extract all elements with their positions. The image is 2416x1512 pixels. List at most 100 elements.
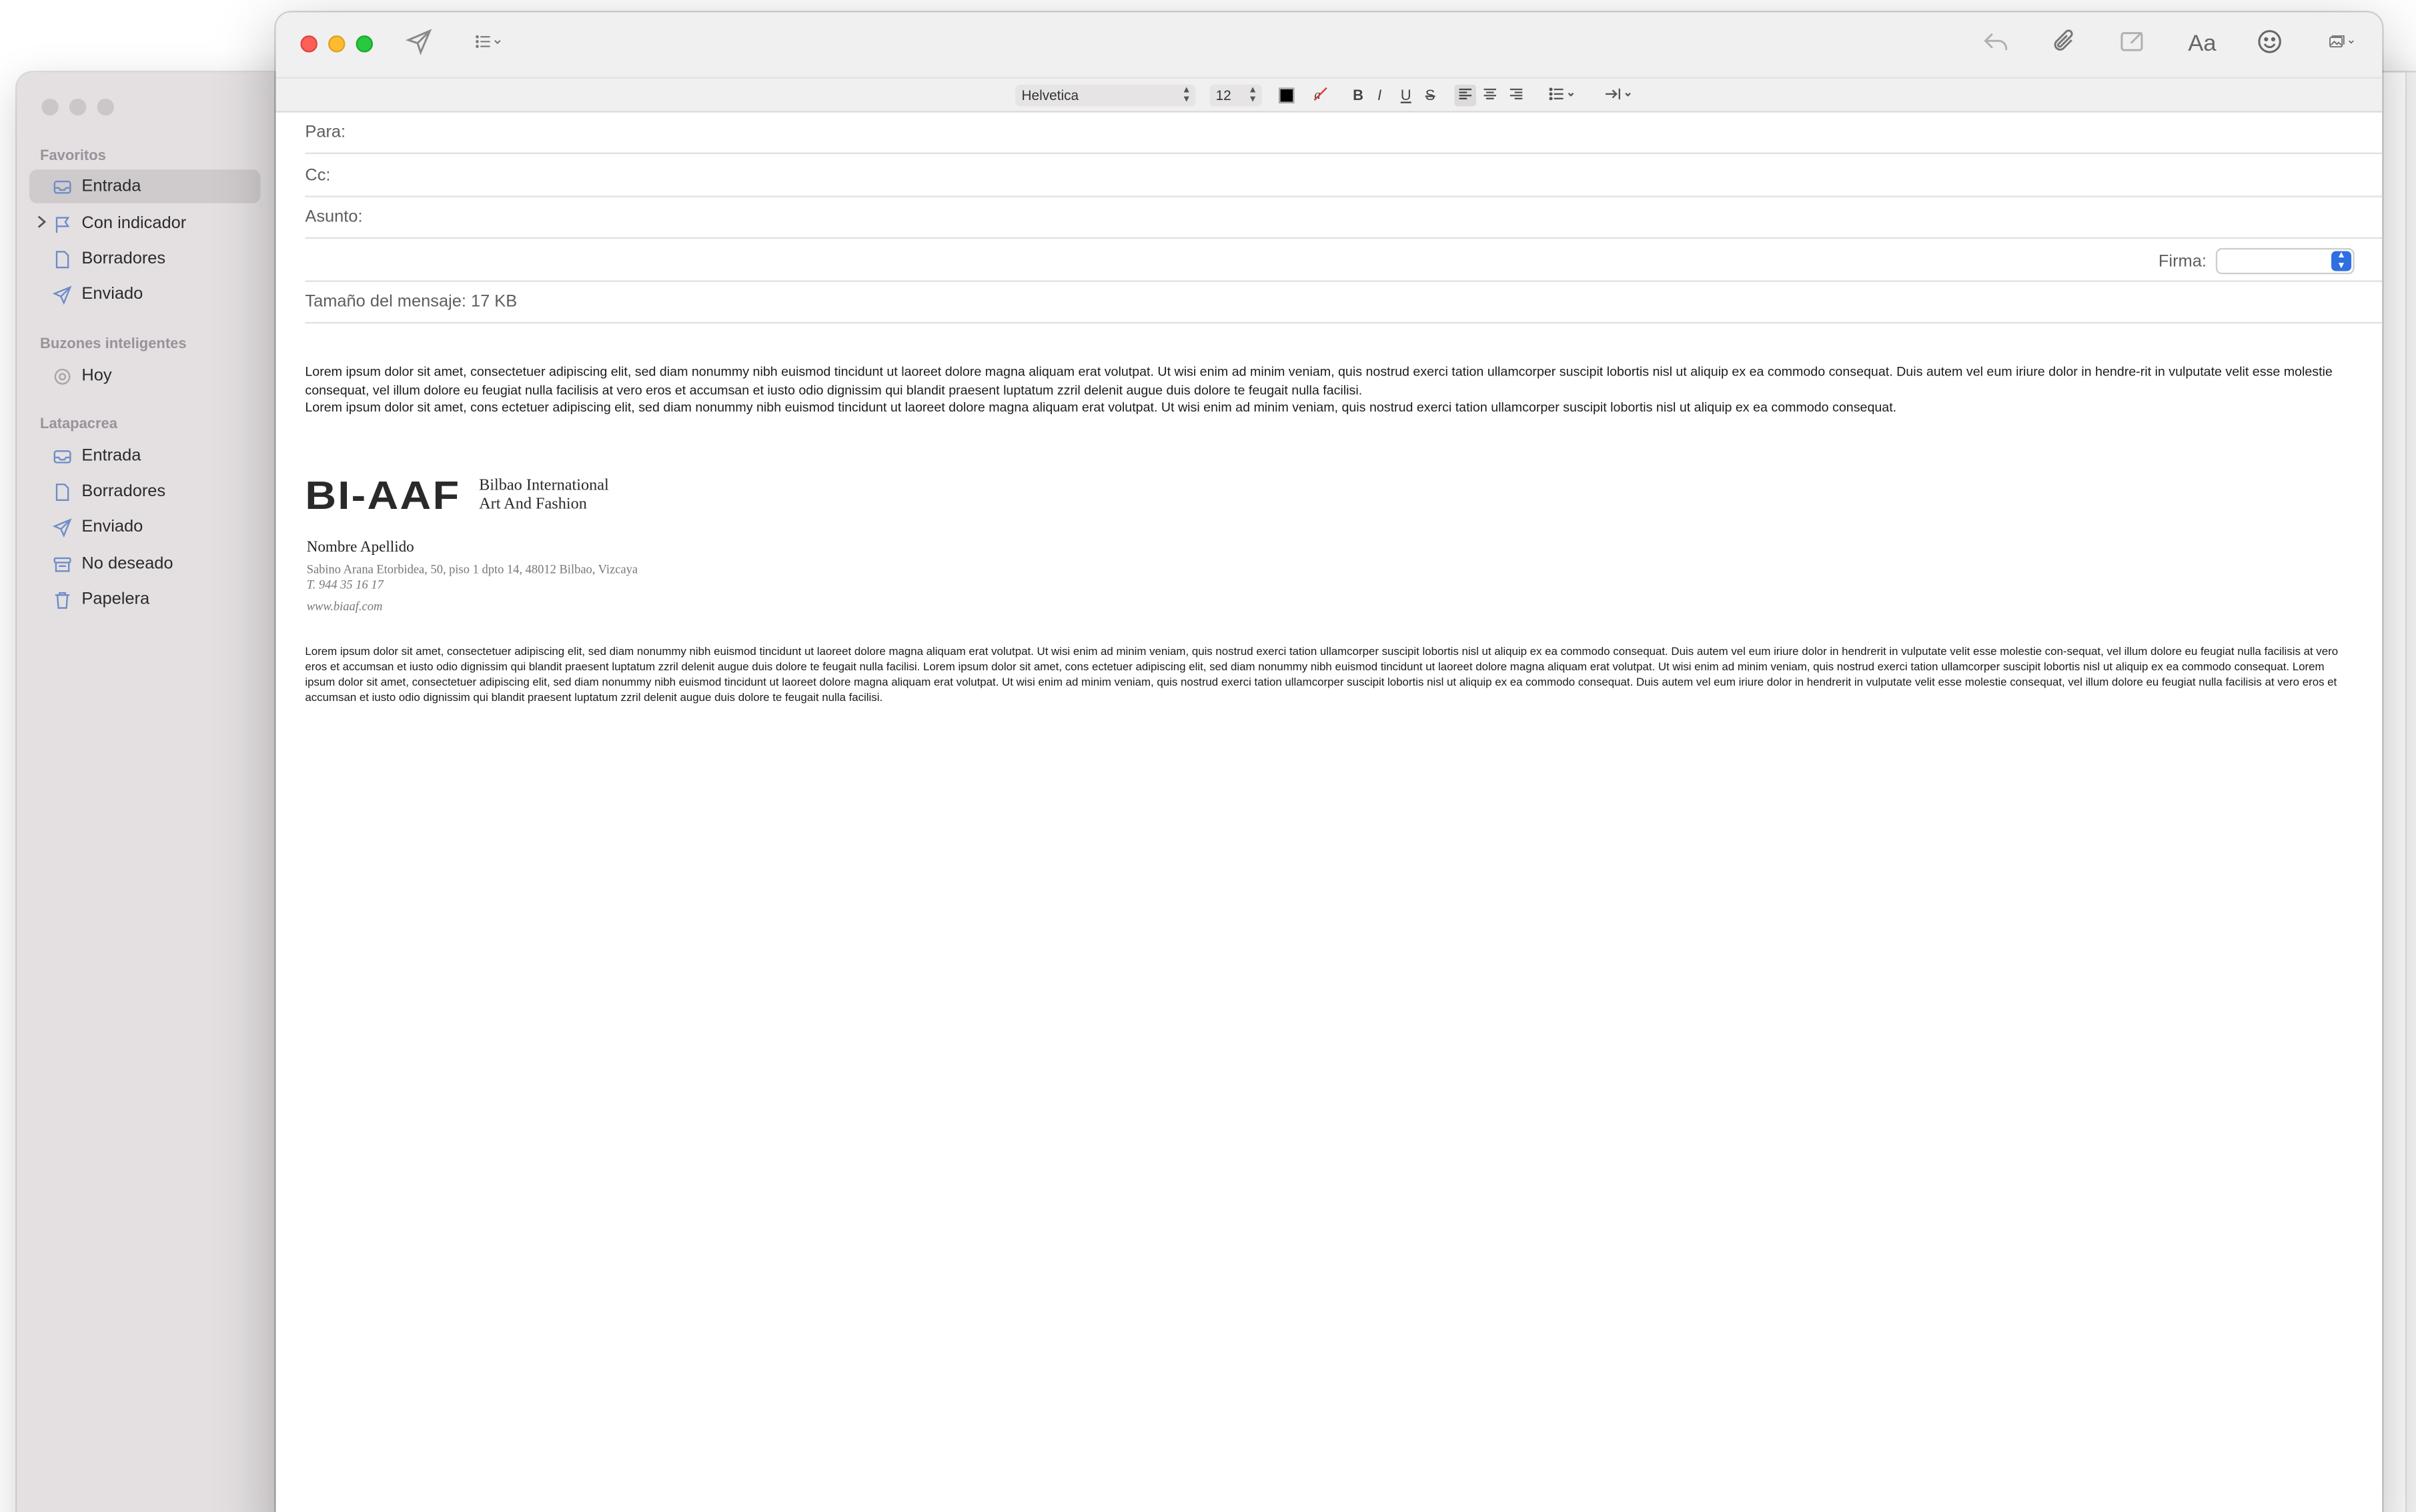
junk-icon (51, 553, 72, 574)
text-color-well[interactable] (1279, 87, 1295, 103)
flag-icon (51, 213, 72, 234)
align-left-icon (1457, 86, 1473, 105)
subject-label: Asunto: (305, 207, 363, 227)
underline-button[interactable]: U (1401, 85, 1411, 106)
align-right-icon (1508, 86, 1524, 105)
format-bar: Helvetica ▲ ▼ 12 ▲ ▼ a B I U S (275, 77, 2383, 113)
sidebar-item-label: Enviado (81, 518, 143, 536)
close-button[interactable] (41, 98, 59, 116)
body-paragraph: Lorem ipsum dolor sit amet, consectetuer… (305, 363, 2333, 398)
message-body[interactable]: Lorem ipsum dolor sit amet, consectetuer… (305, 363, 2354, 418)
font-family-select[interactable]: Helvetica ▲ ▼ (1015, 85, 1196, 107)
subject-field[interactable]: Asunto: (305, 197, 2383, 239)
logo-wordmark: Bilbao International Art And Fashion (479, 478, 609, 514)
sidebar-item-label: Borradores (81, 249, 166, 268)
font-size-value: 12 (1215, 87, 1231, 103)
sidebar-item-label: Entrada (81, 446, 141, 466)
minimize-button[interactable] (69, 98, 87, 116)
sidebar-item-hoy[interactable]: Hoy (29, 359, 261, 393)
smiley-icon (2256, 27, 2284, 62)
no-color-icon: a (1313, 85, 1328, 105)
body-paragraph: Lorem ipsum dolor sit amet, cons ectetue… (305, 400, 1897, 416)
cc-label: Cc: (305, 166, 331, 185)
to-label: Para: (305, 123, 346, 142)
sidebar-item-entrada[interactable]: Entrada (29, 169, 261, 203)
sidebar-item-entrada-account[interactable]: Entrada (29, 439, 261, 473)
close-button[interactable] (300, 35, 318, 53)
inbox-icon (51, 175, 72, 197)
signature-phone: T. 944 35 16 17 (306, 578, 384, 592)
logo-line: Bilbao International (479, 478, 609, 495)
paperplane-icon (51, 516, 72, 538)
stepper-icon: ▲ ▼ (1248, 86, 1257, 105)
biaaf-logo: BI-AAF Bilbao International Art And Fash… (305, 472, 608, 521)
signature-select[interactable]: ▲ ▼ (2215, 247, 2355, 275)
sidebar-item-label: Con indicador (81, 214, 187, 233)
section-buzones-inteligentes: Buzones inteligentes (40, 335, 187, 353)
send-button[interactable] (405, 28, 434, 60)
trash-icon (51, 588, 72, 610)
header-fields-button[interactable] (467, 29, 510, 60)
mailbox-sidebar: Favoritos Entrada Con indicador Borrador… (17, 72, 276, 1512)
zoom-button[interactable] (356, 35, 374, 53)
italic-button[interactable]: I (1377, 85, 1381, 106)
to-field[interactable]: Para: (305, 113, 2383, 154)
document-icon (51, 248, 72, 269)
inbox-icon (51, 446, 72, 467)
stepper-icon: ▲ ▼ (1181, 86, 1191, 105)
sidebar-item-con-indicador[interactable]: Con indicador (29, 207, 261, 241)
inactive-window-controls (41, 98, 114, 116)
signature-disclaimer: Lorem ipsum dolor sit amet, consectetuer… (305, 644, 2339, 704)
photo-browser-button[interactable] (2317, 29, 2367, 60)
section-latapacrea: Latapacrea (40, 416, 117, 434)
photo-icon (2328, 27, 2356, 62)
align-right-button[interactable] (1508, 85, 1524, 106)
compose-window: Aa Helvetica ▲ ▼ 12 ▲ ▼ a B I U S Para: … (275, 12, 2383, 1512)
sidebar-item-label: Entrada (81, 177, 141, 196)
chevron-updown-icon: ▲ ▼ (2331, 251, 2352, 271)
sidebar-item-papelera[interactable]: Papelera (29, 582, 261, 616)
background-color-button[interactable]: a (1313, 85, 1328, 106)
section-favoritos: Favoritos (40, 147, 106, 165)
attach-button[interactable] (2051, 29, 2079, 60)
message-size-row: Tamaño del mensaje: 17 KB (305, 282, 2383, 324)
paperplane-icon (51, 283, 72, 305)
logo-line: Art And Fashion (479, 496, 587, 514)
list-style-button[interactable] (1549, 85, 1577, 106)
compose-edit-icon (2119, 27, 2147, 62)
sidebar-item-borradores-account[interactable]: Borradores (29, 474, 261, 508)
font-size-select[interactable]: 12 ▲ ▼ (1209, 85, 1262, 107)
logo-mark: BI-AAF (305, 473, 461, 518)
sidebar-item-label: Enviado (81, 285, 143, 304)
gear-icon (51, 365, 72, 386)
compose-toolbar: Aa (275, 12, 2383, 77)
signature-website[interactable]: www.biaaf.com (307, 600, 383, 614)
signature-label: Firma: (2158, 251, 2207, 271)
signature-name: Nombre Apellido (306, 539, 414, 556)
list-icon (474, 27, 502, 62)
indent-icon (1604, 86, 1635, 105)
sidebar-item-no-deseado[interactable]: No deseado (29, 547, 261, 581)
sidebar-item-enviado-account[interactable]: Enviado (29, 510, 261, 544)
align-left-button[interactable] (1454, 85, 1476, 107)
strikethrough-button[interactable]: S (1425, 85, 1435, 106)
paperclip-icon (2051, 27, 2079, 62)
indent-button[interactable] (1604, 85, 1635, 106)
reply-button[interactable] (1982, 29, 2010, 60)
reply-arrow-icon (1982, 27, 2010, 62)
sidebar-item-borradores[interactable]: Borradores (29, 242, 261, 276)
bullet-list-icon (1549, 86, 1577, 105)
markup-button[interactable] (2119, 29, 2147, 60)
align-center-button[interactable] (1482, 85, 1497, 106)
sidebar-item-label: Borradores (81, 482, 166, 501)
signature-picker: Firma: ▲ ▼ (2158, 247, 2355, 275)
minimize-button[interactable] (328, 35, 346, 53)
cc-field[interactable]: Cc: (305, 155, 2383, 197)
format-button[interactable]: Aa (2188, 28, 2216, 59)
bold-button[interactable]: B (1353, 85, 1363, 106)
align-center-icon (1482, 86, 1497, 105)
emoji-button[interactable] (2256, 29, 2284, 60)
font-family-value: Helvetica (1021, 87, 1079, 103)
zoom-button[interactable] (97, 98, 114, 116)
sidebar-item-enviado[interactable]: Enviado (29, 277, 261, 311)
